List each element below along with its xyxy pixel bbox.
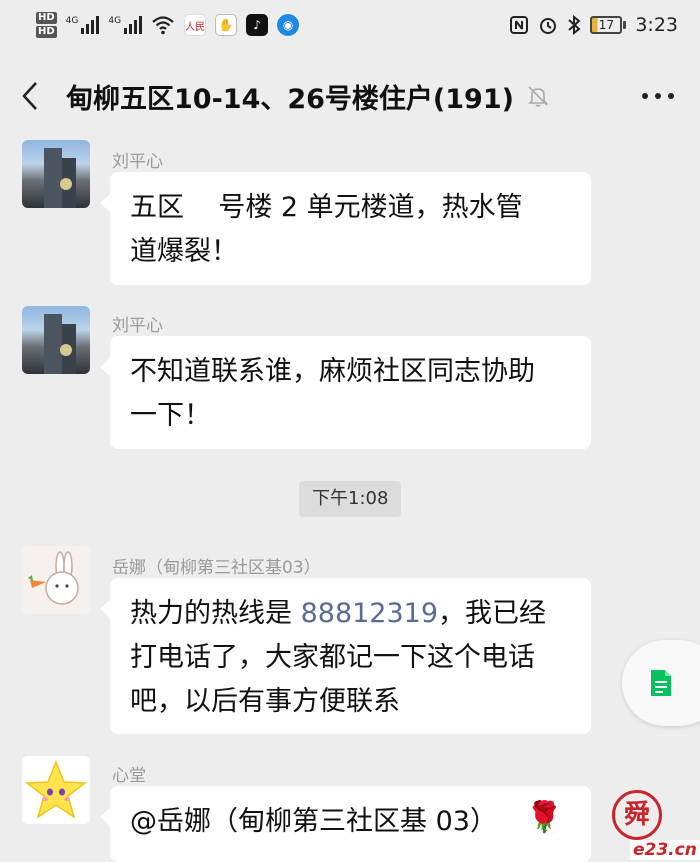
timestamp-divider: 下午1:08: [299, 481, 402, 517]
signal-icon: 4G: [66, 16, 100, 34]
message-text-line: 吧，以后有事方便联系: [130, 686, 400, 717]
message-bubble[interactable]: 热力的热线是 88812319，我已经 打电话了，大家都记一下这个电话 吧，以后…: [100, 578, 591, 734]
mute-bell-icon: [528, 86, 548, 107]
message-bubble[interactable]: @岳娜（甸柳第三社区基 03） 🌹: [100, 786, 591, 862]
signal-icon-2: 4G: [108, 16, 143, 34]
watermark-seal-icon: 舜: [612, 790, 662, 840]
battery-icon: 17: [590, 16, 627, 34]
clock: 3:23: [635, 14, 678, 36]
back-button[interactable]: [0, 60, 60, 132]
floating-document-button[interactable]: [622, 640, 700, 726]
chat-header: 甸柳五区10-14、26号楼住户(191): [0, 60, 700, 132]
browser-icon: ◉: [277, 14, 300, 36]
avatar[interactable]: [22, 546, 90, 614]
message-text-line: 道爆裂！: [130, 236, 238, 267]
message-text-line: 不知道联系谁，麻烦社区同志协助: [130, 356, 535, 387]
phone-number-link[interactable]: 88812319: [301, 598, 438, 629]
alarm-icon: [540, 18, 557, 34]
nfc-icon: [510, 16, 529, 34]
chat-title: 甸柳五区10-14、26号楼住户(191): [66, 83, 514, 115]
avatar[interactable]: [22, 756, 90, 824]
sender-name: 心堂: [112, 766, 146, 786]
rose-emoji-icon: 🌹: [525, 800, 563, 835]
avatar[interactable]: [22, 140, 90, 208]
people-daily-icon: 人民: [184, 14, 207, 36]
message-text-line: @岳娜（甸柳第三社区基 03）: [130, 806, 497, 837]
sender-name: 岳娜（甸柳第三社区基03）: [112, 558, 321, 578]
message-bubble[interactable]: 五区 号楼 2 单元楼道，热水管 道爆裂！: [100, 172, 591, 285]
chevron-left-icon: [22, 82, 37, 110]
watermark: 舜 e23.cn: [606, 790, 700, 860]
status-bar: HD HD 4G 4G 人民 ✋ ♪ ◉ 17 3:23: [0, 0, 700, 50]
avatar[interactable]: [22, 306, 90, 374]
wifi-icon: [152, 16, 174, 35]
hand-icon: ✋: [215, 14, 238, 36]
sender-name: 刘平心: [112, 316, 163, 336]
message-bubble[interactable]: 不知道联系谁，麻烦社区同志协助 一下！: [100, 336, 591, 449]
sender-name: 刘平心: [112, 152, 163, 172]
watermark-site: e23.cn: [630, 840, 700, 860]
document-icon: [651, 670, 671, 696]
message-text-line: 一下！: [130, 400, 211, 431]
message-text-line: 五区 号楼 2 单元楼道，热水管: [130, 192, 523, 223]
more-options-button[interactable]: [638, 82, 678, 110]
message-text-line: 热力的热线是 88812319，我已经: [130, 598, 547, 629]
tiktok-icon: ♪: [246, 14, 269, 36]
bluetooth-icon: [568, 15, 581, 35]
message-text-line: 打电话了，大家都记一下这个电话: [130, 642, 535, 673]
hd-voice-indicator: HD HD: [36, 12, 57, 38]
